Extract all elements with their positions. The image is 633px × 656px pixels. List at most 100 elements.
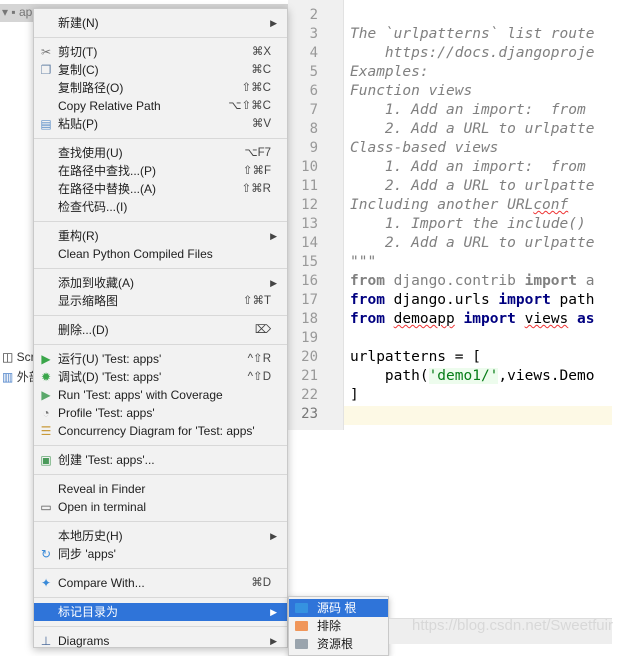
menu-item-n[interactable]: 新建(N) ▶: [34, 14, 287, 32]
menu-item-d-test-apps[interactable]: ✹ 调试(D) 'Test: apps' ^⇧D: [34, 368, 287, 386]
menu-item-label: 运行(U) 'Test: apps': [58, 352, 162, 366]
menu-item-copy-relative-path[interactable]: Copy Relative Path ⌥⇧⌘C: [34, 97, 287, 115]
docstring-text: Function views: [350, 83, 473, 99]
concurrency-icon: ☰: [40, 424, 52, 438]
code-token: django.contrib: [384, 273, 525, 289]
code-token: a: [577, 273, 595, 289]
tree-node-label: Scr: [16, 350, 35, 364]
menu-item-concurrency-diagram-for-test-apps[interactable]: ☰ Concurrency Diagram for 'Test: apps': [34, 422, 287, 440]
menu-item-compare-with[interactable]: ✦ Compare With... ⌘D: [34, 574, 287, 592]
docstring-text: 1. Add an import: from: [350, 102, 586, 118]
create-config-icon: ▣: [40, 453, 52, 467]
menu-item-label: Copy Relative Path: [58, 99, 161, 113]
menu-item-p[interactable]: ▤ 粘贴(P) ⌘V: [34, 115, 287, 133]
line-number: 2: [309, 7, 318, 23]
menu-item-test-apps[interactable]: ▣ 创建 'Test: apps'...: [34, 451, 287, 469]
menu-item-label: 复制(C): [58, 63, 99, 77]
code-editor[interactable]: The `urlpatterns` list route https://doc…: [344, 0, 612, 430]
docstring-text: Examples:: [350, 64, 429, 80]
submenu-item[interactable]: 源码 根: [289, 599, 388, 617]
code-token: from: [350, 311, 385, 327]
menu-item-r[interactable]: 重构(R) ▶: [34, 227, 287, 245]
menu-item-item-13[interactable]: 显示缩略图 ⇧⌘T: [34, 292, 287, 310]
menu-item-item-26[interactable]: 标记目录为 ▶: [34, 603, 287, 621]
line-number: 20: [301, 349, 318, 365]
submenu-arrow-icon: ▶: [270, 278, 277, 288]
menu-item-label: 在路径中替换...(A): [58, 182, 156, 196]
menu-item-label: Run 'Test: apps' with Coverage: [58, 388, 223, 402]
menu-item-i[interactable]: 检查代码...(I): [34, 198, 287, 216]
menu-item-label: 添加到收藏(A): [58, 276, 134, 290]
menu-item-u-test-apps[interactable]: ▶ 运行(U) 'Test: apps' ^⇧R: [34, 350, 287, 368]
line-number: 15: [301, 254, 318, 270]
current-line-highlight: [344, 406, 612, 425]
menu-item-shortcut: ^⇧R: [247, 353, 271, 365]
submenu-arrow-icon: ▶: [270, 531, 277, 541]
menu-item-profile-test-apps[interactable]: ◔ Profile 'Test: apps': [34, 404, 287, 422]
code-token: ]: [350, 387, 359, 403]
docstring-text: 2. Add a URL to urlpatte: [350, 178, 595, 194]
menu-item-a[interactable]: 添加到收藏(A) ▶: [34, 274, 287, 292]
docstring-text: https://docs.djangoproje: [350, 45, 595, 61]
docstring-text: 1. Import the include(): [350, 216, 586, 232]
menu-item-label: Compare With...: [58, 576, 145, 590]
copy-icon: ❐: [40, 63, 52, 77]
docstring-text: """: [350, 254, 377, 270]
code-line: path('demo1/',views.Demo: [350, 367, 594, 386]
menu-item-c[interactable]: ❐ 复制(C) ⌘C: [34, 61, 287, 79]
menu-item-run-test-apps-with-coverage[interactable]: ▶ Run 'Test: apps' with Coverage: [34, 386, 287, 404]
menu-item-shortcut: ⌥F7: [244, 147, 271, 159]
code-token: urlpatterns = [: [350, 349, 481, 365]
menu-item-diagrams[interactable]: ⊥ Diagrams ▶: [34, 632, 287, 650]
debug-icon: ✹: [40, 370, 52, 384]
code-token: import: [463, 311, 516, 327]
line-number: 6: [309, 83, 318, 99]
menu-item-o[interactable]: 复制路径(O) ⇧⌘C: [34, 79, 287, 97]
code-token: import: [524, 273, 577, 289]
line-number: 8: [309, 121, 318, 137]
menu-item-shortcut: ⌘D: [251, 577, 271, 589]
menu-item-shortcut: ⇧⌘C: [241, 82, 271, 94]
menu-item-reveal-in-finder[interactable]: Reveal in Finder: [34, 480, 287, 498]
code-line: Class-based views: [350, 139, 498, 158]
line-number: 12: [301, 197, 318, 213]
line-number: 5: [309, 64, 318, 80]
menu-item-u[interactable]: 查找使用(U) ⌥F7: [34, 144, 287, 162]
diagram-icon: ⊥: [40, 634, 52, 648]
code-token: import: [498, 292, 551, 308]
code-token: from: [350, 273, 385, 289]
menu-separator: [34, 563, 287, 574]
menu-item-h[interactable]: 本地历史(H) ▶: [34, 527, 287, 545]
menu-item-p[interactable]: 在路径中查找...(P) ⇧⌘F: [34, 162, 287, 180]
docstring-text: Class-based views: [350, 140, 499, 156]
menu-item-apps[interactable]: ↻ 同步 'apps': [34, 545, 287, 563]
menu-item-clean-python-compiled-files[interactable]: Clean Python Compiled Files: [34, 245, 287, 263]
profile-icon: ◔: [42, 406, 50, 420]
submenu-item[interactable]: 排除: [289, 617, 388, 635]
menu-item-label: 新建(N): [58, 16, 99, 30]
menu-item-label: 复制路径(O): [58, 81, 124, 95]
menu-item-a[interactable]: 在路径中替换...(A) ⇧⌘R: [34, 180, 287, 198]
line-number: 17: [301, 292, 318, 308]
menu-item-d[interactable]: 删除...(D) ⌦: [34, 321, 287, 339]
folder-icon: [295, 621, 308, 631]
menu-separator: [34, 133, 287, 144]
run-icon: ▶: [41, 352, 51, 366]
menu-item-label: 检查代码...(I): [58, 200, 128, 214]
tree-node-scratches[interactable]: ◫ Scr: [2, 350, 35, 364]
submenu-item[interactable]: 资源根: [289, 635, 388, 653]
code-token: ,views.Demo: [498, 368, 595, 384]
line-number: 3: [309, 26, 318, 42]
menu-separator: [34, 440, 287, 451]
menu-item-label: 删除...(D): [58, 323, 109, 337]
context-menu: 新建(N) ▶ ✂ 剪切(T) ⌘X ❐ 复制(C) ⌘C 复制路径(O) ⇧⌘C Copy Rel…: [33, 8, 288, 648]
menu-separator: [34, 621, 287, 632]
code-token: demoapp: [393, 311, 455, 327]
menu-item-t[interactable]: ✂ 剪切(T) ⌘X: [34, 43, 287, 61]
menu-item-label: 查找使用(U): [58, 146, 123, 160]
code-token: from: [350, 292, 385, 308]
menu-item-open-in-terminal[interactable]: ▭ Open in terminal: [34, 498, 287, 516]
docstring-text: 1. Add an import: from: [350, 159, 586, 175]
